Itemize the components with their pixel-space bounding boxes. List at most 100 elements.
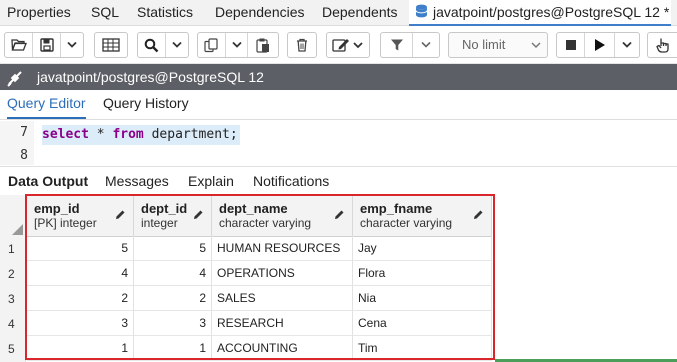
cell-emp-fname[interactable]: Nia (353, 286, 492, 311)
open-file-button[interactable] (5, 33, 33, 57)
edit-group (326, 32, 370, 58)
cell-emp-id[interactable]: 4 (27, 261, 134, 286)
column-type: character varying (360, 216, 453, 230)
cell-dept-name[interactable]: SALES (212, 286, 353, 311)
find-group (137, 32, 189, 58)
edit-icon (332, 39, 363, 52)
execute-group (556, 32, 640, 58)
pencil-icon[interactable] (193, 208, 204, 223)
copy-button[interactable] (198, 33, 226, 57)
column-header-emp-id[interactable]: emp_id [PK] integer (27, 195, 134, 237)
tab-dependents[interactable]: Dependents (322, 0, 398, 26)
connection-bar[interactable]: javatpoint/postgres@PostgreSQL 12 (0, 64, 677, 90)
tab-query-editor[interactable]: Query Editor (7, 90, 86, 119)
tab-properties[interactable]: Properties (7, 0, 71, 26)
column-header-dept-name[interactable]: dept_name character varying (212, 195, 353, 237)
cell-emp-id[interactable]: 1 (27, 336, 134, 361)
save-dropdown-button[interactable] (61, 33, 83, 57)
column-type: character varying (219, 216, 312, 230)
edit-grid-button[interactable] (95, 33, 127, 57)
editor-tab-bar: Query Editor Query History (0, 90, 677, 120)
search-icon (144, 38, 159, 52)
column-name: emp_fname (360, 201, 433, 216)
trash-icon (297, 38, 307, 52)
cell-dept-id[interactable]: 5 (134, 236, 212, 261)
chevron-down-icon (67, 41, 77, 48)
copy-icon (204, 37, 218, 52)
tab-query-tool[interactable]: javatpoint/postgres@PostgreSQL 12 * (409, 0, 672, 26)
column-name: dept_name (219, 201, 288, 216)
cell-dept-name[interactable]: OPERATIONS (212, 261, 353, 286)
pencil-icon[interactable] (115, 208, 126, 223)
cell-emp-fname[interactable]: Tim (353, 336, 492, 361)
paste-icon (256, 38, 269, 53)
cell-emp-fname[interactable]: Flora (353, 261, 492, 286)
macros-button[interactable] (648, 33, 677, 57)
cell-dept-name[interactable]: HUMAN RESOURCES (212, 236, 353, 261)
execute-dropdown-button[interactable] (615, 33, 639, 57)
find-dropdown-button[interactable] (166, 33, 188, 57)
row-number: 3 (8, 292, 15, 306)
cell-dept-id[interactable]: 1 (134, 336, 212, 361)
stop-button[interactable] (557, 33, 585, 57)
chevron-down-icon (531, 33, 541, 65)
cell-emp-fname[interactable]: Jay (353, 236, 492, 261)
column-header-emp-fname[interactable]: emp_fname character varying (353, 195, 492, 237)
output-tab-bar: Data Output Messages Explain Notificatio… (0, 166, 677, 194)
query-toolbar: No limit (0, 26, 677, 64)
cell-emp-id[interactable]: 3 (27, 311, 134, 336)
cell-dept-id[interactable]: 4 (134, 261, 212, 286)
cell-emp-id[interactable]: 2 (27, 286, 134, 311)
row-number: 1 (8, 242, 15, 256)
play-icon (594, 39, 605, 51)
pencil-icon[interactable] (334, 208, 345, 223)
cell-emp-fname[interactable]: Cena (353, 311, 492, 336)
save-button[interactable] (33, 33, 61, 57)
row-limit-value: No limit (462, 37, 506, 52)
data-output-grid: 1 2 3 4 5 emp_id [PK] integer dept_id in… (0, 195, 677, 362)
tab-dependencies[interactable]: Dependencies (215, 0, 305, 26)
cell-dept-name[interactable]: RESEARCH (212, 311, 353, 336)
line-number: 7 (20, 125, 28, 140)
cell-dept-id[interactable]: 2 (134, 286, 212, 311)
row-number: 2 (8, 267, 15, 281)
copy-dropdown-button[interactable] (226, 33, 248, 57)
edit-grid-group (94, 32, 128, 58)
tab-data-output[interactable]: Data Output (8, 173, 88, 189)
tab-query-tool-label: javatpoint/postgres@PostgreSQL 12 * (433, 4, 670, 20)
chevron-down-icon (622, 41, 632, 48)
find-button[interactable] (138, 33, 166, 57)
row-number: 4 (8, 317, 15, 331)
filter-group (380, 32, 440, 58)
filter-dropdown-button[interactable] (413, 33, 439, 57)
pencil-icon[interactable] (473, 208, 484, 223)
row-number-column: 1 2 3 4 5 (0, 195, 26, 362)
code-line: select * from department; (42, 125, 240, 145)
delete-button[interactable] (288, 33, 316, 57)
sql-editor[interactable]: 7 select * from department; 8 (0, 121, 677, 165)
row-number: 5 (8, 342, 15, 356)
filter-button[interactable] (381, 33, 413, 57)
cell-dept-name[interactable]: ACCOUNTING (212, 336, 353, 361)
tab-query-history[interactable]: Query History (103, 90, 189, 119)
filter-icon (390, 39, 403, 51)
row-limit-select[interactable]: No limit (448, 32, 548, 58)
delete-group (287, 32, 317, 58)
connection-label: javatpoint/postgres@PostgreSQL 12 (37, 69, 264, 85)
edit-dropdown-button[interactable] (327, 33, 369, 57)
cell-emp-id[interactable]: 5 (27, 236, 134, 261)
tab-messages[interactable]: Messages (105, 173, 169, 189)
tab-statistics[interactable]: Statistics (137, 0, 193, 26)
chevron-down-icon (421, 41, 431, 48)
line-number: 8 (20, 148, 28, 163)
paste-button[interactable] (248, 33, 278, 57)
sql-text: department; (143, 127, 238, 142)
cell-dept-id[interactable]: 3 (134, 311, 212, 336)
column-header-dept-id[interactable]: dept_id integer (134, 195, 212, 237)
execute-button[interactable] (585, 33, 615, 57)
corner-triangle-icon[interactable] (12, 223, 23, 238)
copy-paste-group (197, 32, 279, 58)
tab-explain[interactable]: Explain (188, 173, 234, 189)
tab-notifications[interactable]: Notifications (253, 173, 329, 189)
tab-sql[interactable]: SQL (91, 0, 119, 26)
